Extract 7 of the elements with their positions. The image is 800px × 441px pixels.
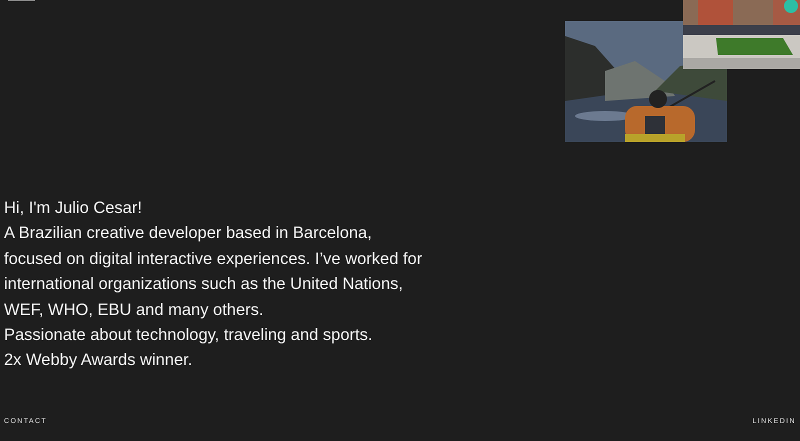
intro-text: Hi, I'm Julio Cesar!: [4, 198, 142, 219]
intro-text: WEF, WHO, EBU and many others.: [4, 300, 264, 321]
intro-text: A Brazilian creative developer based in Barcelona,: [4, 223, 372, 244]
intro-text: focused on digital interactive experiences. I’ve worked for: [4, 248, 422, 270]
intro-text: 2x Webby Awards winner.: [4, 350, 192, 372]
intro-text: Passionate about technology, traveling and sports.: [4, 325, 372, 346]
intro-text: international organizations such as the United Nations,: [4, 274, 403, 296]
